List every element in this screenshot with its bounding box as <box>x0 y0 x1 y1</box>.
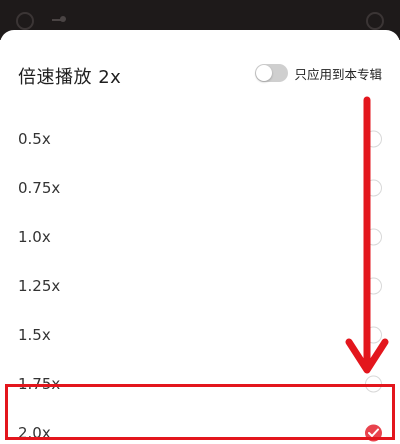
toggle-switch[interactable] <box>255 64 289 82</box>
radio-button[interactable] <box>365 130 382 147</box>
speed-option-2-0x[interactable]: 2.0x <box>0 408 400 444</box>
speed-option-label: 1.25x <box>18 276 61 295</box>
speed-option-label: 1.5x <box>18 325 51 344</box>
radio-button[interactable] <box>365 277 382 294</box>
speed-option-label: 1.0x <box>18 227 51 246</box>
sheet-title: 倍速播放 2x <box>18 67 122 88</box>
speed-option-list: 0.5x 0.75x 1.0x 1.25x 1.5x 1.75x 2.0x <box>0 114 400 444</box>
radio-button-selected[interactable] <box>365 424 382 441</box>
radio-button[interactable] <box>365 326 382 343</box>
speed-option-label: 1.75x <box>18 374 61 393</box>
sheet-header: 倍速播放 2x 只应用到本专辑 <box>0 30 400 114</box>
speed-option-label: 0.75x <box>18 178 61 197</box>
speed-option-label: 2.0x <box>18 423 51 442</box>
toggle-label: 只应用到本专辑 <box>294 66 382 82</box>
radio-button[interactable] <box>365 375 382 392</box>
more-icon[interactable] <box>366 12 384 30</box>
speed-option-0-75x[interactable]: 0.75x <box>0 163 400 212</box>
key-icon <box>52 16 66 24</box>
radio-button[interactable] <box>365 179 382 196</box>
check-icon <box>368 428 379 437</box>
back-icon[interactable] <box>16 12 34 30</box>
speed-option-1-5x[interactable]: 1.5x <box>0 310 400 359</box>
toggle-knob <box>256 65 273 81</box>
speed-option-label: 0.5x <box>18 129 51 148</box>
speed-option-1-0x[interactable]: 1.0x <box>0 212 400 261</box>
speed-option-1-25x[interactable]: 1.25x <box>0 261 400 310</box>
speed-option-0-5x[interactable]: 0.5x <box>0 114 400 163</box>
playback-speed-sheet: 倍速播放 2x 只应用到本专辑 0.5x 0.75x 1.0x 1.25x 1.… <box>0 30 400 444</box>
radio-button[interactable] <box>365 228 382 245</box>
album-only-toggle[interactable]: 只应用到本专辑 <box>255 62 382 84</box>
speed-option-1-75x[interactable]: 1.75x <box>0 359 400 408</box>
